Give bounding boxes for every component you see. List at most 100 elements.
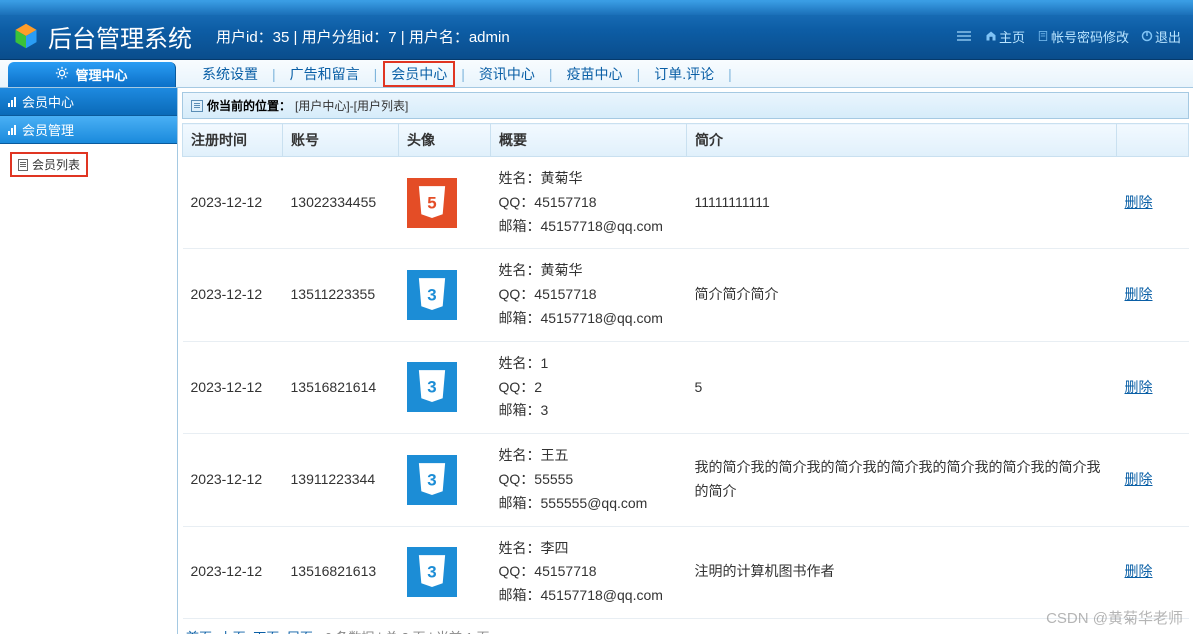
- breadcrumb-path: [用户中心]-[用户列表]: [295, 97, 408, 114]
- pager-next[interactable]: 下页: [253, 630, 279, 634]
- delete-link[interactable]: 删除: [1125, 286, 1153, 302]
- nav-separator: |: [461, 66, 465, 82]
- nav-item-4[interactable]: 疫苗中心: [559, 61, 631, 87]
- delete-link[interactable]: 删除: [1125, 471, 1153, 487]
- cell-time: 2023-12-12: [183, 249, 283, 341]
- cell-time: 2023-12-12: [183, 341, 283, 433]
- cell-summary: 姓名：王五QQ：55555邮箱：555555@qq.com: [491, 434, 687, 526]
- cell-intro: 我的简介我的简介我的简介我的简介我的简介我的简介我的简介我的简介: [687, 434, 1117, 526]
- col-header: 头像: [399, 124, 491, 157]
- cell-action: 删除: [1117, 249, 1189, 341]
- nav-separator: |: [374, 66, 378, 82]
- svg-text:3: 3: [427, 378, 436, 397]
- logo-icon: [12, 22, 40, 50]
- sidebar-leaf-member-list[interactable]: 会员列表: [10, 152, 88, 177]
- cell-account: 13516821614: [283, 341, 399, 433]
- cell-summary: 姓名：李四QQ：45157718邮箱：45157718@qq.com: [491, 526, 687, 618]
- cell-action: 删除: [1117, 434, 1189, 526]
- nav-item-3[interactable]: 资讯中心: [471, 61, 543, 87]
- cell-avatar: 5: [399, 157, 491, 249]
- gear-icon: [55, 66, 69, 83]
- nav-item-0[interactable]: 系统设置: [194, 61, 266, 87]
- cell-action: 删除: [1117, 341, 1189, 433]
- cell-intro: 注明的计算机图书作者: [687, 526, 1117, 618]
- table-row: 2023-12-1213022334455 5 姓名：黄菊华QQ：45157718邮…: [183, 157, 1189, 249]
- system-title: 后台管理系统: [48, 19, 192, 54]
- pager-info: 6 条数据 | 总 2 页 | 当前 1 页: [325, 630, 490, 634]
- css3-icon: 3: [407, 547, 457, 597]
- cell-account: 13911223344: [283, 434, 399, 526]
- breadcrumb-label: 你当前的位置：: [207, 97, 291, 114]
- menu-icon[interactable]: [957, 31, 971, 41]
- cell-time: 2023-12-12: [183, 434, 283, 526]
- cell-avatar: 3: [399, 249, 491, 341]
- pager-prev[interactable]: 上页: [220, 630, 246, 634]
- delete-link[interactable]: 删除: [1125, 194, 1153, 210]
- html5-icon: 5: [407, 178, 457, 228]
- titlebar: 后台管理系统 用户id：35 | 用户分组id：7 | 用户名：admin 主页…: [0, 0, 1193, 60]
- nav-separator: |: [272, 66, 276, 82]
- management-center-tab[interactable]: 管理中心: [8, 62, 176, 87]
- cell-action: 删除: [1117, 526, 1189, 618]
- cell-time: 2023-12-12: [183, 526, 283, 618]
- table-row: 2023-12-1213511223355 3 姓名：黄菊华QQ：45157718邮…: [183, 249, 1189, 341]
- cell-intro: 5: [687, 341, 1117, 433]
- delete-link[interactable]: 删除: [1125, 563, 1153, 579]
- nav-separator: |: [549, 66, 553, 82]
- svg-text:3: 3: [427, 470, 436, 489]
- tabs-bar: 管理中心 系统设置|广告和留言|会员中心|资讯中心|疫苗中心|订单.评论|: [0, 60, 1193, 88]
- cell-avatar: 3: [399, 341, 491, 433]
- sidebar: 会员中心 会员管理 会员列表: [0, 88, 178, 634]
- cell-avatar: 3: [399, 526, 491, 618]
- cell-account: 13022334455: [283, 157, 399, 249]
- user-meta-text: 用户id：35 | 用户分组id：7 | 用户名：admin: [216, 26, 510, 47]
- col-header: 概要: [491, 124, 687, 157]
- col-header: 注册时间: [183, 124, 283, 157]
- col-header: 简介: [687, 124, 1117, 157]
- list-icon: [191, 100, 203, 112]
- nav-separator: |: [728, 66, 732, 82]
- home-icon: [985, 30, 997, 42]
- cell-summary: 姓名：1QQ：2邮箱：3: [491, 341, 687, 433]
- nav-item-1[interactable]: 广告和留言: [282, 61, 368, 87]
- col-header: [1117, 124, 1189, 157]
- cell-summary: 姓名：黄菊华QQ：45157718邮箱：45157718@qq.com: [491, 157, 687, 249]
- cell-intro: 简介简介简介: [687, 249, 1117, 341]
- top-nav: 系统设置|广告和留言|会员中心|资讯中心|疫苗中心|订单.评论|: [176, 60, 738, 87]
- pager: 首页 上页 下页 尾页 6 条数据 | 总 2 页 | 当前 1 页: [178, 619, 1193, 634]
- bars-chart-icon: [8, 125, 16, 135]
- cell-time: 2023-12-12: [183, 157, 283, 249]
- cell-intro: 11111111111: [687, 157, 1117, 249]
- nav-item-5[interactable]: 订单.评论: [646, 61, 722, 87]
- svg-text:5: 5: [427, 193, 436, 212]
- exit-link[interactable]: 退出: [1137, 25, 1185, 48]
- cell-account: 13516821613: [283, 526, 399, 618]
- content-area: 你当前的位置： [用户中心]-[用户列表] 注册时间账号头像概要简介 2023-…: [178, 88, 1193, 634]
- svg-text:3: 3: [427, 286, 436, 305]
- member-table: 注册时间账号头像概要简介 2023-12-12130223344555姓名：黄菊…: [182, 123, 1189, 619]
- table-row: 2023-12-1213516821613 3 姓名：李四QQ：45157718邮箱…: [183, 526, 1189, 618]
- css3-icon: 3: [407, 362, 457, 412]
- bars-chart-icon: [8, 97, 16, 107]
- doc-icon: [1037, 30, 1049, 42]
- cell-action: 删除: [1117, 157, 1189, 249]
- cell-summary: 姓名：黄菊华QQ：45157718邮箱：45157718@qq.com: [491, 249, 687, 341]
- sidebar-group-members[interactable]: 会员中心: [0, 88, 177, 116]
- breadcrumb: 你当前的位置： [用户中心]-[用户列表]: [182, 92, 1189, 119]
- sidebar-sub-member-mgmt[interactable]: 会员管理: [0, 116, 177, 144]
- cell-account: 13511223355: [283, 249, 399, 341]
- home-link[interactable]: 主页: [981, 25, 1029, 48]
- delete-link[interactable]: 删除: [1125, 379, 1153, 395]
- pager-last[interactable]: 尾页: [287, 630, 313, 634]
- password-link[interactable]: 帐号密码修改: [1033, 25, 1133, 48]
- css3-icon: 3: [407, 270, 457, 320]
- table-row: 2023-12-1213911223344 3 姓名：王五QQ：55555邮箱：55…: [183, 434, 1189, 526]
- pager-first[interactable]: 首页: [186, 630, 212, 634]
- nav-item-2[interactable]: 会员中心: [383, 61, 455, 87]
- css3-icon: 3: [407, 455, 457, 505]
- col-header: 账号: [283, 124, 399, 157]
- svg-text:3: 3: [427, 563, 436, 582]
- power-icon: [1141, 30, 1153, 42]
- cell-avatar: 3: [399, 434, 491, 526]
- table-row: 2023-12-1213516821614 3 姓名：1QQ：2邮箱：35 删除: [183, 341, 1189, 433]
